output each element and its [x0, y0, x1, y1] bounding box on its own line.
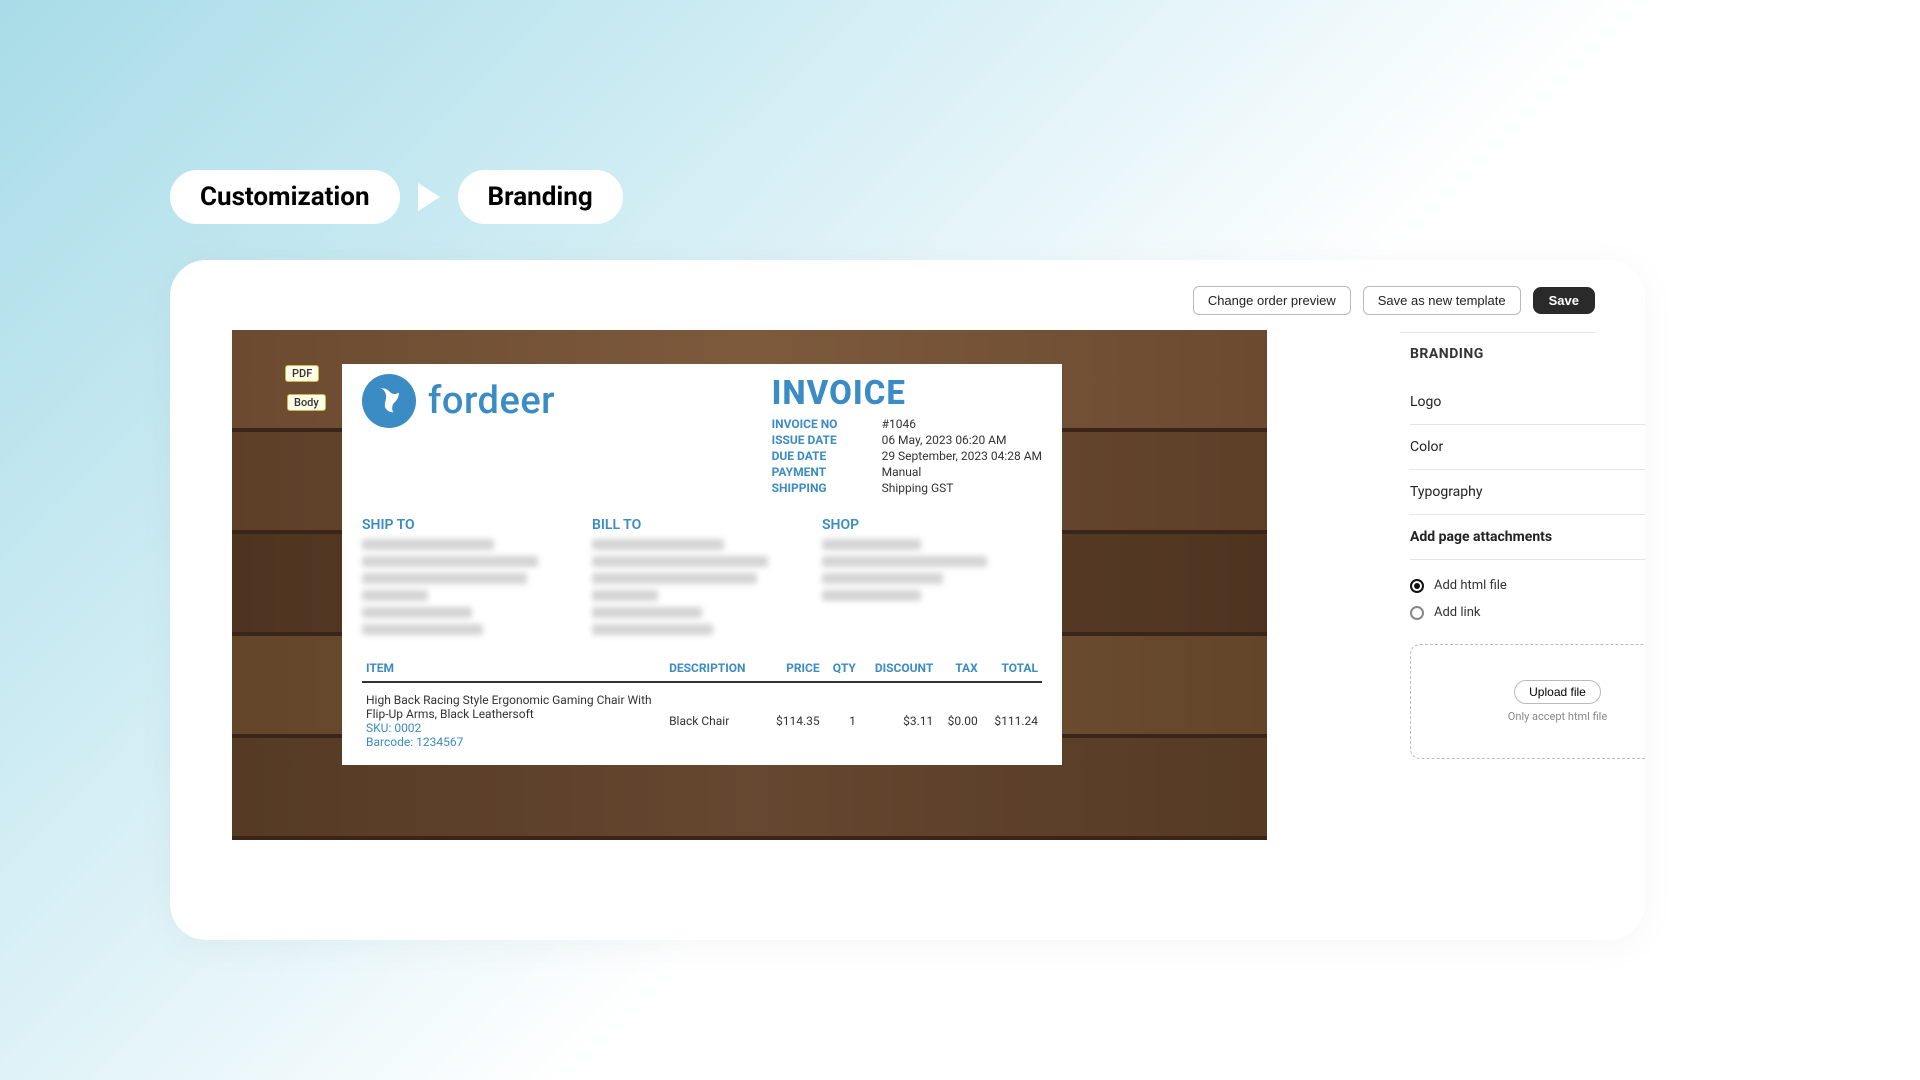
item-name: High Back Racing Style Ergonomic Gaming …	[366, 693, 661, 721]
meta-label: DUE DATE	[772, 449, 882, 463]
invoice-preview: PDF Body fordeer INVOICE INVOICE NO#1046…	[232, 330, 1267, 840]
save-button[interactable]: Save	[1533, 287, 1595, 314]
table-row: High Back Racing Style Ergonomic Gaming …	[362, 682, 1042, 749]
pdf-tag[interactable]: PDF	[285, 365, 319, 382]
meta-value: 06 May, 2023 06:20 AM	[882, 433, 1042, 447]
meta-value: 29 September, 2023 04:28 AM	[882, 449, 1042, 463]
meta-label: INVOICE NO	[772, 417, 882, 431]
meta-label: ISSUE DATE	[772, 433, 882, 447]
breadcrumb-step-branding: Branding	[458, 170, 623, 224]
meta-value: Shipping GST	[882, 481, 1042, 495]
th-discount: DISCOUNT	[860, 655, 937, 682]
meta-value: Manual	[882, 465, 1042, 479]
play-icon	[418, 183, 440, 211]
th-item: ITEM	[362, 655, 665, 682]
radio-icon	[1410, 579, 1424, 593]
meta-label: PAYMENT	[772, 465, 882, 479]
body-tag[interactable]: Body	[287, 394, 326, 411]
accordion-color[interactable]: Color	[1410, 425, 1645, 470]
breadcrumb: Customization Branding	[170, 170, 623, 224]
divider	[1400, 332, 1595, 333]
line-items-table: ITEM DESCRIPTION PRICE QTY DISCOUNT TAX …	[362, 655, 1042, 749]
item-barcode: Barcode: 1234567	[366, 735, 661, 749]
accordion-label: Color	[1410, 439, 1443, 455]
accordion-label: Typography	[1410, 484, 1482, 500]
th-qty: QTY	[824, 655, 860, 682]
section-header: BILL TO	[592, 517, 812, 533]
bill-to-block: BILL TO	[592, 517, 812, 641]
invoice-title: INVOICE	[772, 374, 1042, 413]
deer-icon	[362, 374, 416, 428]
accordion-attachments[interactable]: Add page attachments	[1410, 515, 1645, 560]
invoice-document: fordeer INVOICE INVOICE NO#1046 ISSUE DA…	[342, 364, 1062, 765]
th-desc: DESCRIPTION	[665, 655, 763, 682]
breadcrumb-step-customization: Customization	[170, 170, 400, 224]
item-total: $111.24	[982, 682, 1042, 749]
upload-file-button[interactable]: Upload file	[1514, 680, 1601, 704]
accordion-label: Add page attachments	[1410, 529, 1552, 545]
th-tax: TAX	[937, 655, 981, 682]
item-price: $114.35	[763, 682, 823, 749]
accordion-typography[interactable]: Typography	[1410, 470, 1645, 515]
brand-name: fordeer	[428, 379, 555, 423]
section-header: SHOP	[822, 517, 1042, 533]
upload-hint: Only accept html file	[1508, 710, 1607, 723]
invoice-meta: INVOICE NO#1046 ISSUE DATE06 May, 2023 0…	[772, 417, 1042, 495]
radio-label: Add html file	[1434, 578, 1507, 593]
item-desc: Black Chair	[665, 682, 763, 749]
radio-add-html[interactable]: Add html file	[1410, 572, 1645, 599]
section-header: SHIP TO	[362, 517, 582, 533]
accordion-label: Logo	[1410, 394, 1441, 410]
radio-icon	[1410, 606, 1424, 620]
change-order-preview-button[interactable]: Change order preview	[1193, 286, 1351, 315]
meta-value: #1046	[882, 417, 1042, 431]
item-sku: SKU: 0002	[366, 721, 661, 735]
radio-label: Add link	[1434, 605, 1480, 620]
radio-add-link[interactable]: Add link	[1410, 599, 1645, 626]
attachments-body: Add html file Add link Upload file Only …	[1410, 560, 1645, 759]
item-qty: 1	[824, 682, 860, 749]
upload-dropzone[interactable]: Upload file Only accept html file	[1410, 644, 1645, 759]
top-toolbar: Change order preview Save as new templat…	[1193, 286, 1595, 315]
editor-card: Change order preview Save as new templat…	[170, 260, 1645, 940]
th-total: TOTAL	[982, 655, 1042, 682]
panel-title: BRANDING	[1410, 346, 1645, 362]
branding-panel: BRANDING Logo Color Typography Add page …	[1410, 346, 1645, 759]
brand-logo: fordeer	[362, 374, 555, 428]
ship-to-block: SHIP TO	[362, 517, 582, 641]
th-price: PRICE	[763, 655, 823, 682]
save-as-template-button[interactable]: Save as new template	[1363, 286, 1521, 315]
accordion-logo[interactable]: Logo	[1410, 380, 1645, 425]
shop-block: SHOP	[822, 517, 1042, 641]
item-tax: $0.00	[937, 682, 981, 749]
meta-label: SHIPPING	[772, 481, 882, 495]
item-discount: $3.11	[860, 682, 937, 749]
